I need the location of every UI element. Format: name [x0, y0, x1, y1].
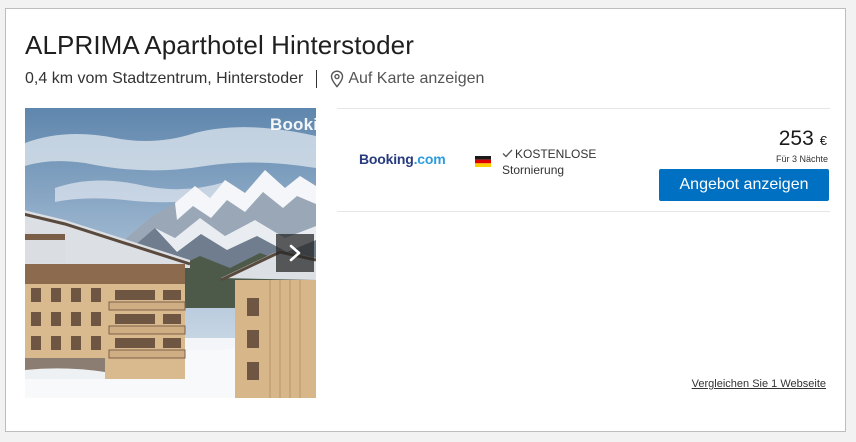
hotel-distance: 0,4 km vom Stadtzentrum, Hinterstoder	[25, 70, 304, 87]
hotel-title[interactable]: ALPRIMA Aparthotel Hinterstoder	[25, 30, 414, 61]
divider	[316, 70, 318, 88]
hotel-location-line: 0,4 km vom Stadtzentrum, Hinterstoder Au…	[25, 70, 484, 88]
provider-name: Booking	[359, 151, 414, 167]
germany-flag-icon	[475, 156, 491, 167]
map-pin-icon[interactable]	[330, 70, 344, 88]
price-amount: 253	[778, 127, 814, 150]
check-icon	[502, 149, 513, 158]
view-offer-button[interactable]: Angebot anzeigen	[659, 169, 829, 201]
price: 253 €	[779, 127, 827, 151]
hotel-card: ALPRIMA Aparthotel Hinterstoder 0,4 km v…	[5, 8, 846, 432]
free-cancellation: KOSTENLOSE Stornierung	[502, 146, 596, 178]
provider-suffix: .com	[413, 151, 446, 167]
free-cancellation-line2: Stornierung	[502, 163, 565, 177]
next-photo-button[interactable]	[276, 234, 314, 272]
compare-sites-link[interactable]: Vergleichen Sie 1 Webseite	[692, 378, 826, 390]
show-on-map-link[interactable]: Auf Karte anzeigen	[348, 70, 484, 88]
price-currency: €	[819, 133, 827, 148]
booking-com-logo[interactable]: Booking.com	[359, 151, 446, 167]
photo-watermark: Booki	[270, 115, 316, 134]
chevron-right-icon	[289, 244, 301, 262]
free-cancellation-line1: KOSTENLOSE	[515, 147, 597, 161]
hotel-photo[interactable]: Booki	[25, 108, 316, 398]
offer-row: Booking.com KOSTENLOSE Stornierung 253 €…	[337, 108, 830, 212]
nights-label: Für 3 Nächte	[775, 154, 828, 164]
